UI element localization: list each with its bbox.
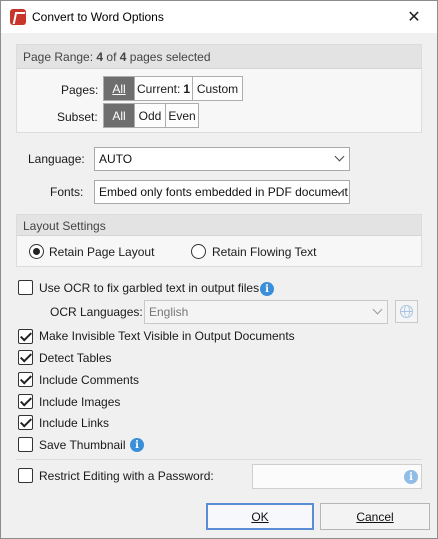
info-icon[interactable]: i (404, 470, 418, 484)
retain-flowing-text-radio[interactable] (191, 244, 206, 259)
pages-all-label: All (112, 81, 126, 96)
password-input[interactable] (252, 464, 422, 489)
page-range-prefix: Page Range: (23, 50, 97, 64)
retain-page-layout-radio[interactable] (29, 244, 44, 259)
fonts-label: Fonts: (50, 185, 84, 199)
invisible-text-checkbox[interactable] (18, 329, 33, 344)
close-button[interactable]: ✕ (391, 1, 437, 33)
subset-odd-button[interactable]: Odd (135, 104, 166, 127)
include-images-checkbox[interactable] (18, 394, 33, 409)
page-range-suffix: pages selected (126, 50, 211, 64)
save-thumbnail-checkbox[interactable] (18, 437, 33, 452)
ocr-languages-button[interactable] (395, 300, 418, 323)
fonts-select[interactable]: Embed only fonts embedded in PDF documen… (94, 180, 350, 204)
restrict-editing-checkbox[interactable] (18, 468, 33, 483)
chevron-down-icon (372, 304, 383, 315)
save-thumbnail-label[interactable]: Save Thumbnail (39, 438, 126, 452)
restrict-editing-label[interactable]: Restrict Editing with a Password: (39, 469, 214, 483)
include-links-checkbox[interactable] (18, 415, 33, 430)
globe-icon (400, 305, 413, 318)
dialog-window: Convert to Word Options ✕ Page Range: 4 … (0, 0, 438, 539)
subset-segmented-control: All Odd Even (103, 103, 199, 128)
pages-all-button[interactable]: All (104, 77, 135, 100)
pages-label: Pages: (61, 83, 99, 97)
pdf-app-icon (10, 9, 26, 25)
cancel-button[interactable]: Cancel (320, 503, 430, 530)
include-links-label[interactable]: Include Links (39, 416, 109, 430)
info-icon[interactable]: i (130, 438, 144, 452)
subset-all-button[interactable]: All (104, 104, 135, 127)
pages-custom-button[interactable]: Custom (193, 77, 242, 100)
ocr-label[interactable]: Use OCR to fix garbled text in output fi… (39, 281, 259, 295)
divider (16, 459, 422, 460)
language-value: AUTO (99, 152, 133, 166)
info-icon[interactable]: i (260, 282, 274, 296)
retain-page-layout-label[interactable]: Retain Page Layout (49, 245, 154, 259)
title-bar: Convert to Word Options ✕ (1, 1, 437, 33)
page-range-header: Page Range: 4 of 4 pages selected (17, 45, 421, 69)
fonts-value: Embed only fonts embedded in PDF documen… (99, 185, 348, 199)
layout-settings-header: Layout Settings (17, 215, 421, 236)
include-comments-label[interactable]: Include Comments (39, 373, 139, 387)
page-range-of: of (103, 50, 120, 64)
language-select[interactable]: AUTO (94, 147, 350, 171)
retain-flowing-text-label[interactable]: Retain Flowing Text (212, 245, 317, 259)
include-comments-checkbox[interactable] (18, 372, 33, 387)
detect-tables-label[interactable]: Detect Tables (39, 351, 112, 365)
window-title: Convert to Word Options (32, 10, 164, 24)
ok-button[interactable]: OK (206, 503, 314, 530)
pages-current-number: 1 (183, 81, 191, 96)
layout-settings-group: Layout Settings (16, 214, 422, 267)
pages-current-button[interactable]: Current: 1 (135, 77, 193, 100)
include-images-label[interactable]: Include Images (39, 395, 120, 409)
detect-tables-checkbox[interactable] (18, 350, 33, 365)
chevron-down-icon (334, 151, 345, 162)
cancel-label: Cancel (356, 509, 394, 524)
ocr-checkbox[interactable] (18, 280, 33, 295)
ocr-languages-select[interactable]: English (144, 300, 388, 324)
pages-segmented-control: All Current: 1 Custom (103, 76, 243, 101)
language-label: Language: (28, 152, 85, 166)
subset-even-button[interactable]: Even (166, 104, 198, 127)
pages-current-label: Current: (136, 81, 181, 96)
ocr-languages-value: English (149, 305, 189, 319)
ocr-languages-label: OCR Languages: (50, 305, 143, 319)
invisible-text-label[interactable]: Make Invisible Text Visible in Output Do… (39, 329, 295, 343)
ok-label: OK (251, 509, 269, 524)
subset-label: Subset: (57, 110, 98, 124)
